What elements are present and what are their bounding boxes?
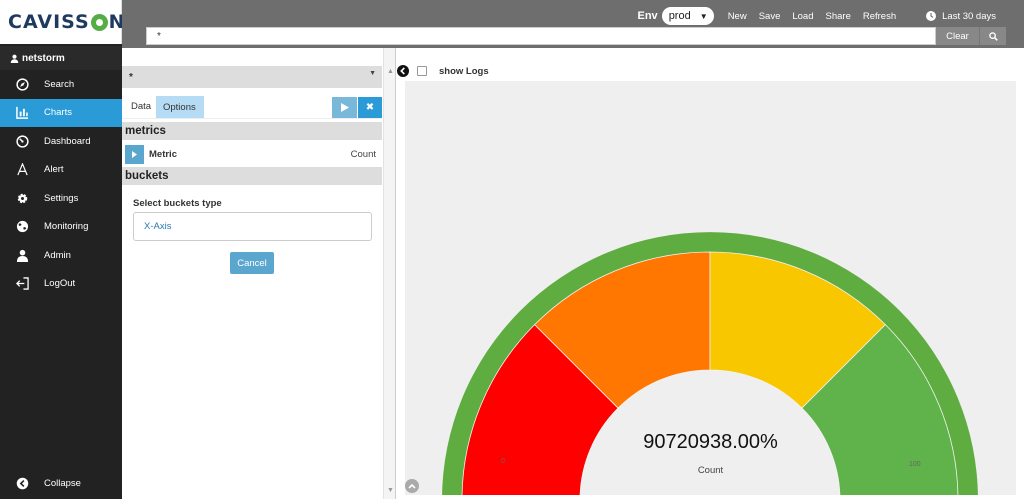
query-input[interactable] (146, 27, 936, 45)
user-small-icon (10, 54, 19, 63)
collapse-editor-icon[interactable] (397, 65, 409, 77)
load-link[interactable]: Load (792, 11, 813, 22)
buckets-heading: buckets (122, 167, 382, 185)
show-logs-checkbox[interactable] (417, 66, 427, 76)
compass-icon (16, 78, 29, 91)
search-icon (988, 31, 998, 41)
logo-o-icon (90, 13, 108, 31)
scroll-down-icon[interactable]: ▼ (387, 487, 394, 494)
nav-item-label: Admin (44, 249, 71, 261)
nav-item-charts[interactable]: Charts (0, 98, 122, 127)
editor-scrollbar[interactable]: ▲ ▼ (383, 48, 395, 499)
nav-item-admin[interactable]: Admin (0, 241, 122, 270)
tab-options[interactable]: Options (156, 96, 204, 118)
collapse-arrow-icon (16, 477, 29, 489)
metrics-heading: metrics (122, 122, 382, 140)
metric-expand-button[interactable] (125, 144, 144, 164)
top-bar: Env prod ▼ New Save Load Share Refresh L… (122, 0, 1024, 48)
cancel-button[interactable]: Cancel (230, 252, 274, 274)
new-link[interactable]: New (728, 11, 747, 22)
nav-item-alert[interactable]: Alert (0, 156, 122, 185)
user-icon (16, 249, 29, 262)
bucket-type-option-x-axis[interactable]: X-Axis (133, 212, 372, 241)
scroll-up-icon[interactable]: ▲ (387, 68, 394, 75)
chevron-up-icon (408, 483, 416, 489)
clear-button[interactable]: Clear (936, 27, 980, 45)
user-name: netstorm (22, 52, 65, 64)
editor-tabs: Data Options ✖ (122, 88, 382, 119)
metric-label: Metric (149, 148, 177, 160)
viz-toolbar: show Logs (396, 63, 489, 79)
nav-item-search[interactable]: Search (0, 70, 122, 99)
alert-icon (17, 163, 28, 176)
metric-aggregation: Count (350, 148, 376, 160)
logout-icon (16, 277, 29, 290)
nav-item-settings[interactable]: Settings (0, 184, 122, 213)
env-select-value: prod (668, 10, 691, 22)
nav-item-label: Dashboard (44, 135, 91, 147)
play-icon (340, 103, 349, 112)
bar-chart-icon (16, 107, 29, 120)
gauge-min-label: 0 (501, 458, 505, 465)
nav-item-monitoring[interactable]: Monitoring (0, 213, 122, 242)
time-range-picker[interactable]: Last 30 days (926, 11, 996, 22)
gauge-max-label: 100 (909, 461, 921, 468)
nav-item-label: Monitoring (44, 221, 89, 233)
chart-canvas: 90720938.00% Count 0 100 (405, 81, 1016, 495)
logo: CAVISS N (0, 0, 125, 44)
nav-item-label: Alert (44, 164, 64, 176)
gauge-value: 90720938.00% (643, 431, 778, 453)
share-link[interactable]: Share (826, 11, 851, 22)
bucket-type-label: Select buckets type (133, 198, 222, 209)
logo-text-left: CAVISS (8, 11, 90, 33)
collapse-button[interactable]: Collapse (0, 471, 122, 495)
tab-data[interactable]: Data (124, 96, 159, 118)
editor-title: * (129, 71, 133, 83)
caret-down-icon: ▼ (699, 11, 708, 21)
close-icon: ✖ (365, 102, 375, 113)
visualization-editor: * ▼ Data Options ✖ metrics Metric Count … (122, 48, 396, 499)
env-label: Env (637, 10, 658, 22)
visualization-area: show Logs 90720938.00% Count 0 100 (396, 48, 1024, 499)
metric-row[interactable]: Metric Count (122, 143, 382, 165)
collapse-label: Collapse (44, 477, 81, 489)
search-button[interactable] (980, 27, 1006, 45)
nav-item-logout[interactable]: LogOut (0, 270, 122, 299)
save-link[interactable]: Save (759, 11, 781, 22)
nav-item-label: Search (44, 78, 75, 90)
sidebar: CAVISS N netstorm Search Charts Dashboard… (0, 0, 125, 499)
show-logs-label: show Logs (439, 65, 489, 77)
discard-button[interactable]: ✖ (358, 97, 382, 118)
spy-toggle-button[interactable] (405, 479, 419, 493)
user-row: netstorm (0, 46, 122, 70)
refresh-link[interactable]: Refresh (863, 11, 896, 22)
gauge-label: Count (697, 465, 724, 476)
time-range-label: Last 30 days (942, 10, 996, 22)
nav-item-label: LogOut (44, 278, 76, 290)
editor-header: * ▼ (122, 66, 382, 88)
viz-scrollbar[interactable] (1016, 48, 1024, 499)
nav-item-label: Charts (44, 107, 72, 119)
globe-icon (16, 221, 29, 233)
apply-button[interactable] (332, 97, 357, 118)
nav-item-label: Settings (44, 192, 79, 204)
caret-down-icon[interactable]: ▼ (369, 70, 376, 77)
gauge-icon (16, 135, 29, 148)
caret-right-icon (132, 150, 137, 158)
nav-item-dashboard[interactable]: Dashboard (0, 127, 122, 156)
gear-icon (17, 193, 28, 203)
clock-icon (926, 11, 937, 21)
env-select[interactable]: prod ▼ (661, 7, 714, 25)
